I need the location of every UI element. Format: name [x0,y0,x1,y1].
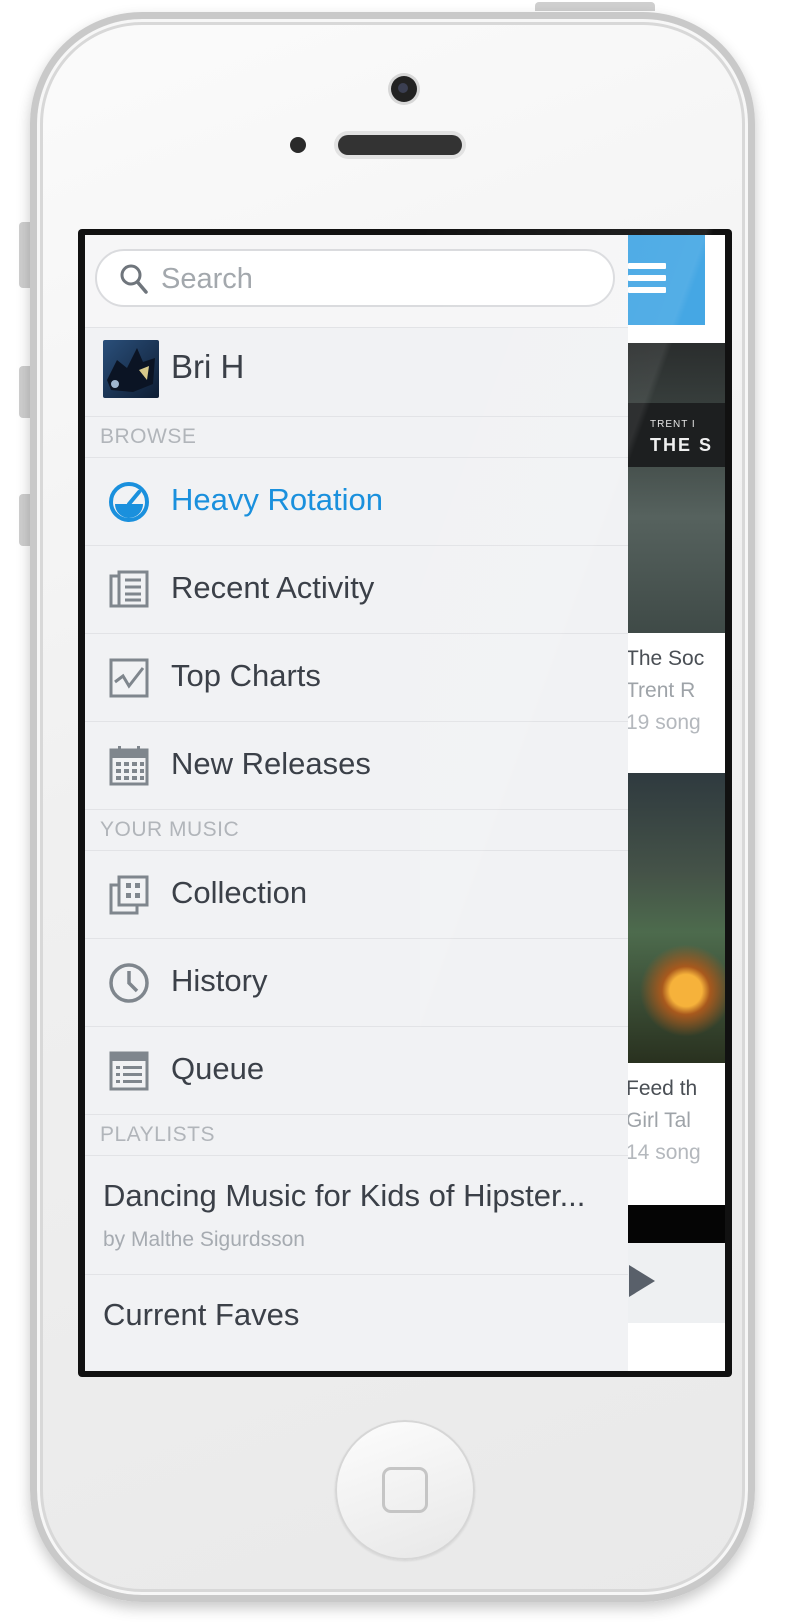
nav-item-label: Top Charts [171,658,321,693]
collection-icon [109,875,149,915]
home-button[interactable] [335,1420,475,1560]
nav-item-top-charts[interactable]: Top Charts [85,634,628,722]
nav-item-new-releases[interactable]: New Releases [85,722,628,810]
profile-name: Bri H [171,348,245,385]
nav-item-label: Collection [171,875,308,910]
album-title: The Soc [626,647,705,670]
album-card[interactable]: TRENT I THE S The Soc Trent R 19 song [626,343,725,735]
album-song-count: 14 song [626,1141,701,1164]
newspaper-icon [109,570,149,608]
search-input[interactable] [159,257,593,301]
album-artist: Trent R [626,679,696,702]
nav-item-history[interactable]: History [85,939,628,1027]
album-cover: TRENT I THE S [626,343,725,633]
nav-item-queue[interactable]: Queue [85,1027,628,1115]
nav-item-label: New Releases [171,746,371,781]
search-bar [85,235,628,328]
mini-player[interactable] [626,1243,725,1323]
clock-icon [109,963,149,1003]
section-header-label: YOUR MUSIC [100,818,240,841]
playlist-item[interactable]: Dancing Music for Kids of Hipster... by … [85,1156,628,1275]
nav-item-heavy-rotation[interactable]: Heavy Rotation [85,458,628,546]
nav-item-recent-activity[interactable]: Recent Activity [85,546,628,634]
album-artist: Girl Tal [626,1109,691,1132]
nav-item-label: Recent Activity [171,570,375,605]
sidebar: Bri H BROWSE Heavy Rotation [85,235,628,1371]
gauge-icon [109,482,149,522]
search-field[interactable] [95,249,615,307]
playlist-title: Current Faves [103,1297,300,1332]
section-header-label: PLAYLISTS [100,1123,215,1146]
playlist-item[interactable]: Current Faves [85,1275,628,1371]
album-card[interactable]: Feed th Girl Tal 14 song [626,773,725,1165]
front-camera [391,76,417,102]
calendar-icon [109,746,149,786]
section-header-browse: BROWSE [85,417,628,458]
proximity-sensor [290,137,306,153]
home-square-icon [382,1467,428,1513]
playlist-owner: by Malthe Sigurdsson [103,1228,305,1251]
album-cover[interactable] [626,1205,725,1245]
search-icon [120,264,148,294]
section-header-playlists: PLAYLISTS [85,1115,628,1156]
album-cover [626,773,725,1063]
album-cover-text-big: THE S [650,435,714,455]
hamburger-icon [628,263,666,299]
avatar [103,340,159,398]
app-display: TRENT I THE S The Soc Trent R 19 song Fe… [85,235,725,1371]
album-title: Feed th [626,1077,698,1100]
album-cover-text-small: TRENT I [650,419,696,430]
section-header-label: BROWSE [100,425,197,448]
album-song-count: 19 song [626,711,701,734]
earpiece-speaker [338,135,462,155]
play-icon[interactable] [629,1265,655,1297]
nav-item-label: Heavy Rotation [171,482,383,517]
phone-screen: TRENT I THE S The Soc Trent R 19 song Fe… [78,229,732,1377]
nav-item-label: History [171,963,268,998]
chart-icon [109,658,149,698]
profile-row[interactable]: Bri H [85,328,628,417]
section-header-your-music: YOUR MUSIC [85,810,628,851]
power-button [535,2,655,11]
nav-item-collection[interactable]: Collection [85,851,628,939]
queue-list-icon [109,1051,149,1091]
nav-item-label: Queue [171,1051,265,1086]
playlist-title: Dancing Music for Kids of Hipster... [103,1178,586,1213]
